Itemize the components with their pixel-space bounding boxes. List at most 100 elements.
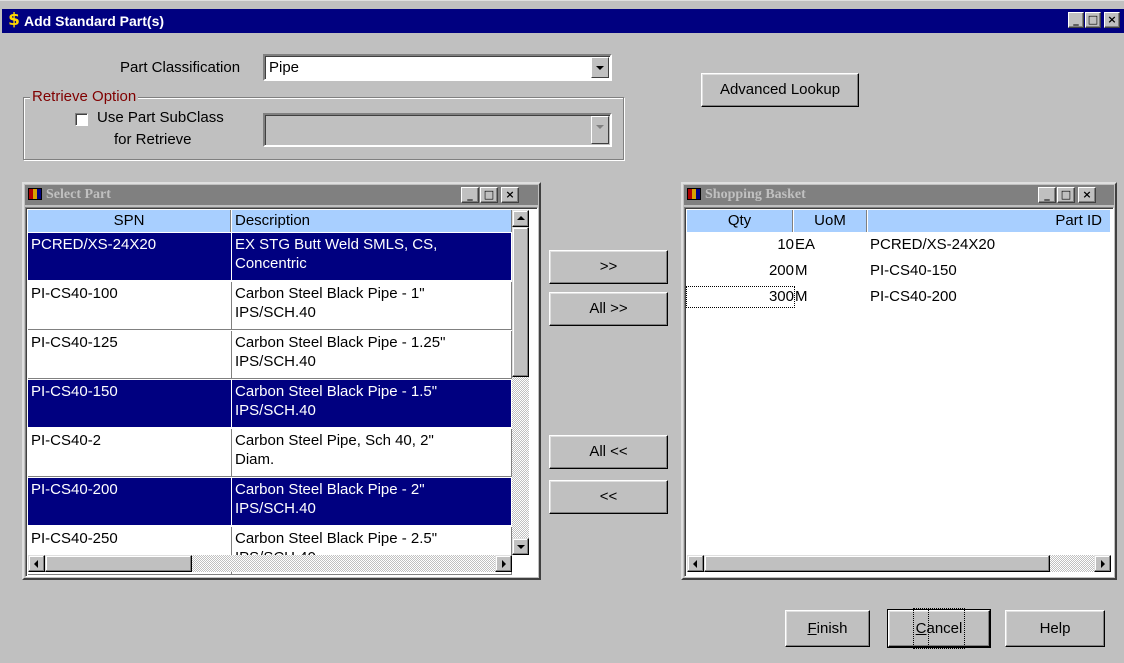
- part-id-cell: PCRED/XS-24X20: [870, 236, 996, 253]
- description-line: Carbon Steel Black Pipe - 1.25": [235, 334, 446, 351]
- scroll-down-arrow-icon[interactable]: [512, 538, 529, 555]
- column-header-uom[interactable]: UoM: [794, 210, 867, 232]
- qty-cell[interactable]: 300: [686, 286, 795, 308]
- advanced-lookup-button[interactable]: Advanced Lookup: [701, 73, 859, 107]
- use-subclass-label-line1: Use Part SubClass: [97, 109, 224, 126]
- cancel-button[interactable]: Cancel: [887, 608, 991, 649]
- shopping-basket-grid: Qty UoM Part ID 10 EA PCRED/XS-24X20 200 M PI…: [684, 207, 1114, 577]
- scroll-left-arrow-icon[interactable]: [28, 555, 45, 572]
- description-cell: Carbon Steel Black Pipe - 1.25" IPS/SCH.4…: [232, 331, 512, 379]
- horizontal-scrollbar[interactable]: [687, 555, 1111, 572]
- select-part-title: Select Part: [46, 187, 111, 202]
- description-line: IPS/SCH.40: [235, 353, 316, 370]
- maximize-button[interactable]: □: [1085, 12, 1101, 28]
- shopping-basket-titlebar[interactable]: Shopping Basket _ □ ×: [684, 185, 1114, 205]
- description-cell: Carbon Steel Pipe, Sch 40, 2" Diam.: [232, 429, 512, 477]
- part-id-cell: PI-CS40-200: [870, 288, 957, 305]
- remove-all-button[interactable]: All <<: [549, 435, 668, 469]
- dialog-window: $ Add Standard Part(s) _ □ × Part Classi…: [0, 0, 1124, 663]
- table-row[interactable]: PI-CS40-200 Carbon Steel Black Pipe - 2" I…: [28, 478, 512, 526]
- vertical-scrollbar[interactable]: [512, 210, 529, 555]
- column-header-qty[interactable]: Qty: [687, 210, 793, 232]
- cancel-label: Cancel: [912, 608, 966, 649]
- use-subclass-label-line2: for Retrieve: [114, 131, 192, 148]
- description-line: Carbon Steel Black Pipe - 2.5": [235, 530, 438, 547]
- remove-label: <<: [599, 488, 618, 505]
- dollar-icon: $: [8, 10, 20, 30]
- column-header-description[interactable]: Description: [232, 210, 512, 232]
- minimize-button[interactable]: _: [1068, 12, 1084, 28]
- spn-cell: PI-CS40-100: [28, 282, 232, 330]
- scroll-thumb[interactable]: [704, 555, 1050, 572]
- scroll-thumb[interactable]: [45, 555, 192, 572]
- select-part-titlebar[interactable]: Select Part _ □ ×: [25, 185, 538, 205]
- help-button[interactable]: Help: [1005, 610, 1105, 647]
- maximize-button[interactable]: □: [1057, 187, 1075, 203]
- spn-cell: PI-CS40-200: [28, 478, 232, 526]
- chevron-down-icon[interactable]: [591, 57, 609, 78]
- spn-cell: PI-CS40-150: [28, 380, 232, 428]
- add-all-label: All >>: [589, 300, 628, 317]
- chevron-down-icon[interactable]: [591, 116, 609, 144]
- add-label: >>: [599, 258, 618, 275]
- scroll-right-arrow-icon[interactable]: [495, 555, 512, 572]
- list-item[interactable]: 300 M PI-CS40-200: [686, 286, 1111, 308]
- maximize-button[interactable]: □: [480, 187, 498, 203]
- part-classification-select[interactable]: Pipe: [263, 54, 612, 81]
- help-label: Help: [1039, 620, 1071, 637]
- scroll-left-arrow-icon[interactable]: [687, 555, 704, 572]
- minimize-button[interactable]: _: [461, 187, 479, 203]
- close-button[interactable]: ×: [1078, 187, 1096, 203]
- uom-cell: M: [795, 262, 808, 279]
- description-line: Concentric: [235, 255, 307, 272]
- select-part-grid: SPN Description PCRED/XS-24X20 EX STG But…: [25, 207, 538, 577]
- close-button[interactable]: ×: [501, 187, 519, 203]
- table-row[interactable]: PI-CS40-125 Carbon Steel Black Pipe - 1.2…: [28, 331, 512, 379]
- table-row[interactable]: PI-CS40-150 Carbon Steel Black Pipe - 1.5…: [28, 380, 512, 428]
- scroll-up-arrow-icon[interactable]: [512, 210, 529, 227]
- use-subclass-checkbox[interactable]: [75, 113, 88, 126]
- list-item[interactable]: 200 M PI-CS40-150: [687, 261, 1111, 281]
- window-title: Add Standard Part(s): [24, 13, 165, 29]
- window-app-icon: [28, 188, 42, 200]
- horizontal-scrollbar[interactable]: [28, 555, 512, 572]
- qty-cell[interactable]: 200: [687, 261, 794, 281]
- scroll-thumb[interactable]: [512, 227, 529, 377]
- add-button[interactable]: >>: [549, 250, 668, 284]
- title-bar[interactable]: $ Add Standard Part(s) _ □ ×: [2, 9, 1124, 33]
- table-row[interactable]: PCRED/XS-24X20 EX STG Butt Weld SMLS, CS,…: [28, 233, 512, 281]
- scroll-right-arrow-icon[interactable]: [1094, 555, 1111, 572]
- remove-all-label: All <<: [589, 443, 628, 460]
- description-line: Diam.: [235, 451, 275, 468]
- column-header-part-id[interactable]: Part ID: [868, 210, 1110, 232]
- window-app-icon: [687, 188, 701, 200]
- description-line: Carbon Steel Black Pipe - 2": [235, 481, 425, 498]
- description-cell: Carbon Steel Black Pipe - 1.5" IPS/SCH.40: [232, 380, 512, 428]
- finish-button[interactable]: Finish: [785, 610, 870, 647]
- finish-label: Finish: [807, 620, 848, 637]
- select-part-window: Select Part _ □ × SPN Description PCRED/…: [22, 182, 541, 580]
- description-cell: Carbon Steel Black Pipe - 2" IPS/SCH.40: [232, 478, 512, 526]
- minimize-button[interactable]: _: [1038, 187, 1056, 203]
- column-header-spn[interactable]: SPN: [28, 210, 231, 232]
- list-item[interactable]: 10 EA PCRED/XS-24X20: [687, 235, 1111, 255]
- table-row[interactable]: PI-CS40-2 Carbon Steel Pipe, Sch 40, 2" Di…: [28, 429, 512, 477]
- part-classification-value: Pipe: [269, 59, 300, 76]
- spn-cell: PCRED/XS-24X20: [28, 233, 232, 281]
- description-cell: EX STG Butt Weld SMLS, CS, Concentric: [232, 233, 512, 281]
- add-all-button[interactable]: All >>: [549, 292, 668, 326]
- shopping-basket-window: Shopping Basket _ □ × Qty UoM Part ID 10…: [681, 182, 1117, 580]
- description-line: Carbon Steel Pipe, Sch 40, 2": [235, 432, 434, 449]
- shopping-basket-title: Shopping Basket: [705, 187, 806, 202]
- description-line: Carbon Steel Black Pipe - 1": [235, 285, 425, 302]
- qty-cell[interactable]: 10: [687, 235, 794, 255]
- spn-cell: PI-CS40-2: [28, 429, 232, 477]
- uom-cell: M: [795, 288, 808, 305]
- remove-button[interactable]: <<: [549, 480, 668, 514]
- description-line: Carbon Steel Black Pipe - 1.5": [235, 383, 438, 400]
- retrieve-option-legend: Retrieve Option: [30, 88, 139, 105]
- spn-cell: PI-CS40-125: [28, 331, 232, 379]
- table-row[interactable]: PI-CS40-100 Carbon Steel Black Pipe - 1" I…: [28, 282, 512, 330]
- close-button[interactable]: ×: [1104, 12, 1120, 28]
- part-subclass-select[interactable]: [263, 113, 612, 147]
